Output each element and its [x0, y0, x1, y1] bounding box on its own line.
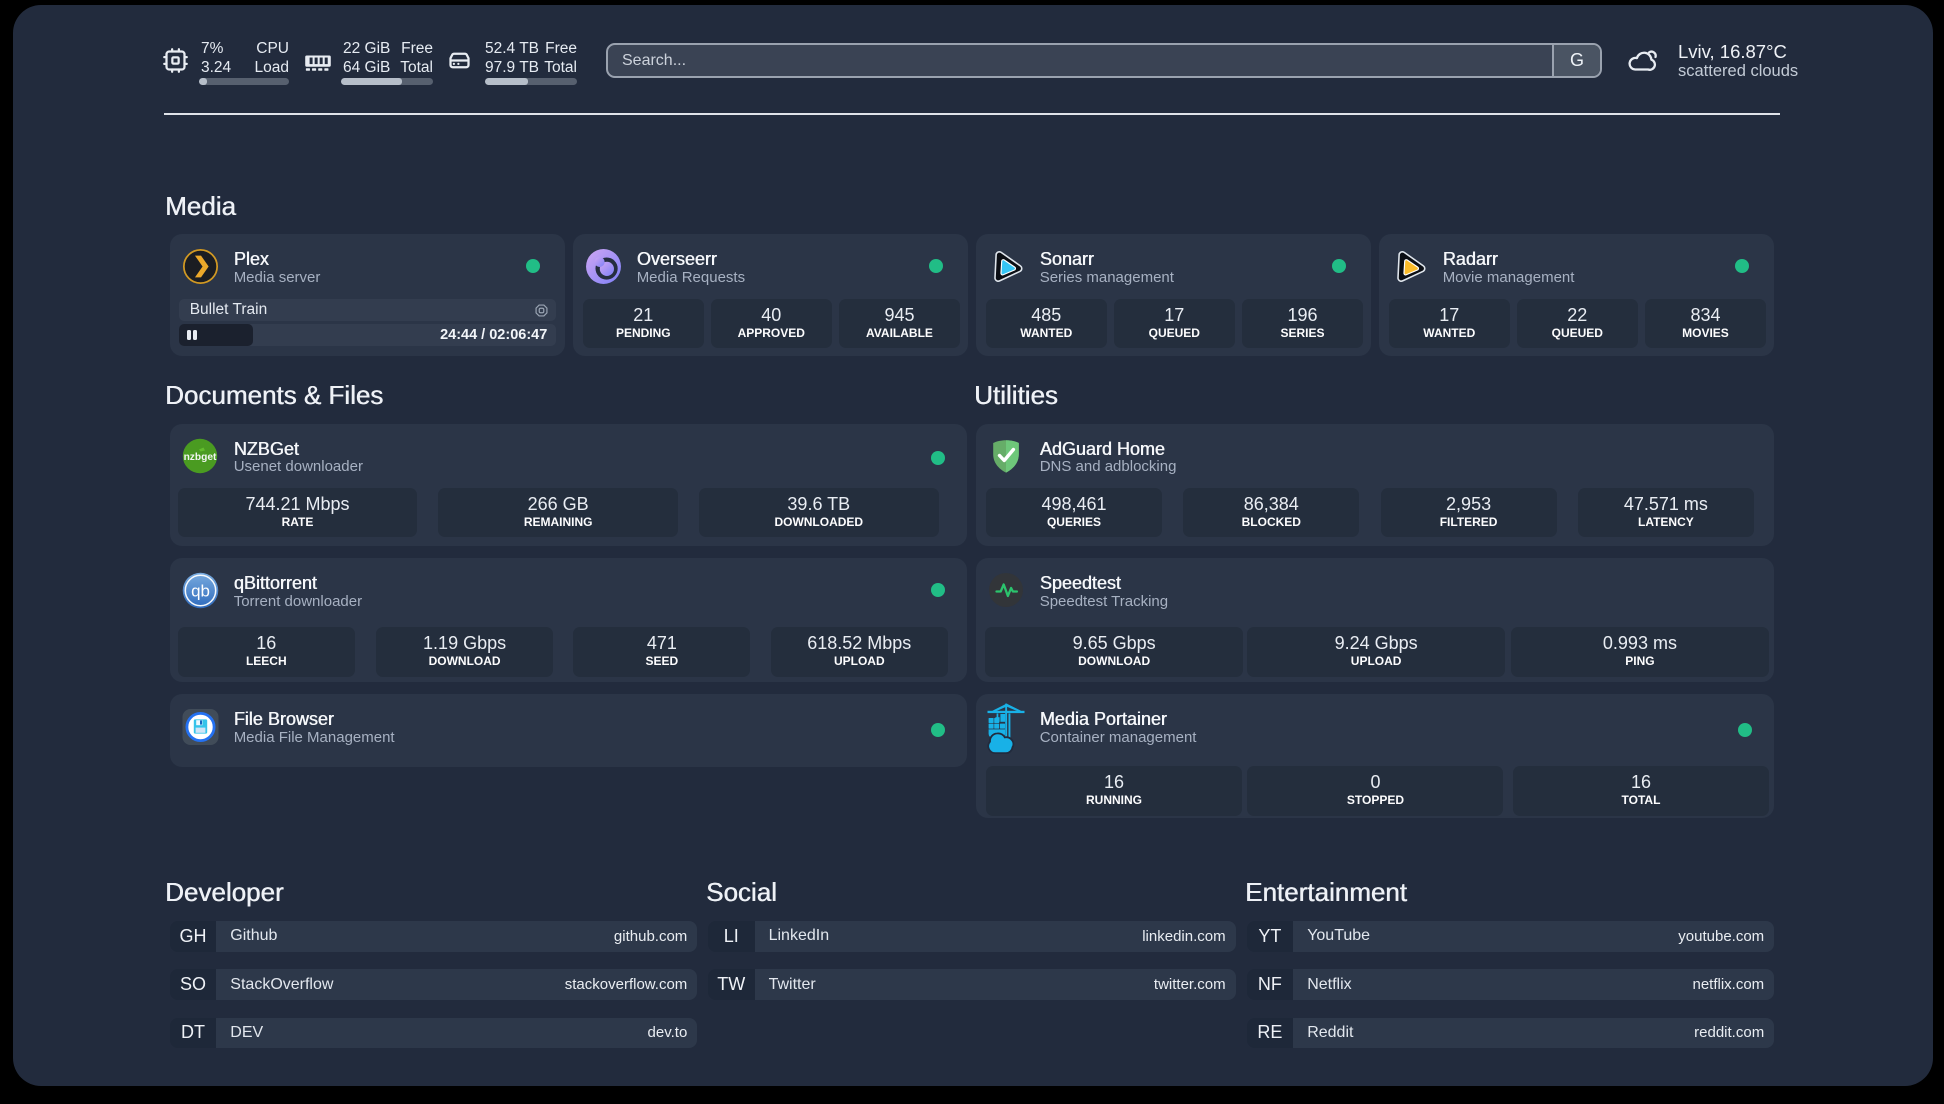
svg-text:qb: qb — [191, 581, 210, 600]
svg-text:nzbget: nzbget — [183, 451, 216, 462]
